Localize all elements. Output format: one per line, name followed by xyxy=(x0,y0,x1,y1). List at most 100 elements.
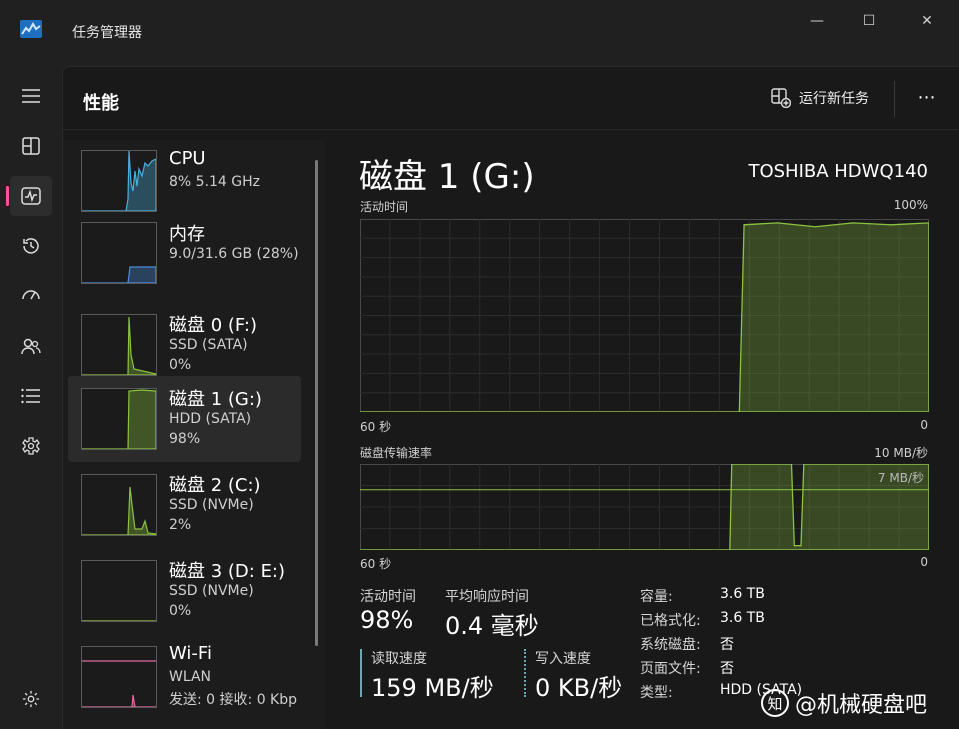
active-time-graph xyxy=(360,219,929,412)
device-item[interactable]: 内存 9.0/31.6 GB (28%) xyxy=(68,222,301,294)
write-speed-label: 写入速度 xyxy=(535,651,591,667)
header-divider xyxy=(894,81,895,117)
device-thumbnail-trace xyxy=(82,486,156,535)
maximize-button[interactable]: ☐ xyxy=(846,6,892,36)
hamburger-menu-button[interactable] xyxy=(10,76,52,116)
header-separator xyxy=(63,129,959,130)
device-thumbnail-trace xyxy=(82,151,156,211)
read-speed-value: 159 MB/秒 xyxy=(371,674,494,702)
device-item[interactable]: Wi-Fi WLAN 发送: 0 接收: 0 Kbp xyxy=(68,634,301,720)
device-thumbnail-graph xyxy=(81,646,157,708)
device-thumbnail-graph xyxy=(81,150,157,212)
device-subtitle: SSD (NVMe) xyxy=(169,583,254,599)
nav-app-history[interactable] xyxy=(10,226,52,266)
avg-response-label: 平均响应时间 xyxy=(445,589,529,605)
watermark: 知 @机械硬盘吧 xyxy=(761,687,927,719)
active-time-graph-label: 活动时间 xyxy=(360,200,409,214)
device-name: 磁盘 3 (D: E:) xyxy=(169,561,286,582)
device-subtitle: SSD (SATA) xyxy=(169,337,248,353)
startup-apps-icon xyxy=(22,290,40,300)
detail-title: 磁盘 1 (G:) xyxy=(359,157,535,197)
nav-performance[interactable] xyxy=(10,176,52,216)
run-new-task-icon xyxy=(771,88,791,108)
device-subtitle: WLAN xyxy=(169,669,212,685)
nav-services[interactable] xyxy=(10,426,52,466)
device-list-scrollbar[interactable] xyxy=(315,160,318,646)
device-thumbnail-trace xyxy=(82,389,156,449)
nav-startup-apps[interactable] xyxy=(10,276,52,316)
device-name: Wi-Fi xyxy=(169,643,212,664)
device-name: CPU xyxy=(169,148,206,169)
device-usage: 0% xyxy=(169,603,192,619)
nav-users[interactable] xyxy=(10,326,52,366)
active-time-value: 98% xyxy=(360,606,414,634)
device-thumbnail-graph xyxy=(81,560,157,622)
more-options-button[interactable]: ⋯ xyxy=(909,85,945,109)
app-title: 任务管理器 xyxy=(72,25,142,41)
property-key: 容量: xyxy=(640,589,673,605)
property-key: 已格式化: xyxy=(640,613,701,629)
property-key: 类型: xyxy=(640,685,673,701)
property-value: 3.6 TB xyxy=(720,586,765,602)
settings-icon xyxy=(22,690,40,708)
minimize-button[interactable]: — xyxy=(794,6,840,36)
transfer-graph-x-right: 0 xyxy=(920,555,928,569)
title-bar: 任务管理器 — ☐ ✕ xyxy=(0,0,959,64)
device-usage: 2% xyxy=(169,517,192,533)
device-usage: 0% xyxy=(169,357,192,373)
zhihu-logo-icon: 知 xyxy=(761,689,789,717)
device-thumbnail-trace xyxy=(82,266,156,283)
transfer-graph-max: 10 MB/秒 xyxy=(874,446,928,460)
nav-details[interactable] xyxy=(10,376,52,416)
watermark-text: @机械硬盘吧 xyxy=(795,693,928,718)
content-panel: 性能 运行新任务 ⋯ CPU 8% 5.14 GHz 内存 9.0/31.6 GB (… xyxy=(62,66,959,729)
device-subtitle: SSD (NVMe) xyxy=(169,497,254,513)
property-key: 系统磁盘: xyxy=(640,637,701,653)
property-value: 否 xyxy=(720,637,734,653)
device-subtitle: HDD (SATA) xyxy=(169,411,252,427)
device-subtitle: 8% 5.14 GHz xyxy=(169,174,261,190)
transfer-graph-x-left: 60 秒 xyxy=(360,557,392,571)
performance-icon xyxy=(21,187,41,205)
details-icon xyxy=(21,388,40,404)
processes-icon xyxy=(22,137,40,155)
close-button[interactable]: ✕ xyxy=(904,6,950,36)
disk-model: TOSHIBA HDWQ140 xyxy=(748,161,928,182)
device-list: CPU 8% 5.14 GHz 内存 9.0/31.6 GB (28%) 磁盘 0 (F… xyxy=(63,140,325,729)
page-title: 性能 xyxy=(83,93,119,114)
active-time-label: 活动时间 xyxy=(360,589,416,605)
device-item[interactable]: 磁盘 2 (C:) SSD (NVMe) 2% xyxy=(68,462,301,548)
device-thumbnail-trace xyxy=(82,316,156,375)
device-usage: 发送: 0 接收: 0 Kbp xyxy=(169,692,298,708)
device-thumbnail-graph xyxy=(81,314,157,376)
hamburger-menu-icon xyxy=(22,89,40,103)
device-thumbnail-graph xyxy=(81,222,157,284)
device-thumbnail-graph xyxy=(81,388,157,450)
device-name: 内存 xyxy=(169,224,205,245)
active-nav-indicator xyxy=(6,186,9,206)
users-icon xyxy=(21,338,41,355)
device-name: 磁盘 0 (F:) xyxy=(169,315,257,336)
settings-button[interactable] xyxy=(10,679,52,719)
active-time-graph-x-right: 0 xyxy=(920,418,928,432)
device-subtitle: 9.0/31.6 GB (28%) xyxy=(169,246,299,262)
avg-response-value: 0.4 毫秒 xyxy=(445,612,539,640)
write-speed-indicator xyxy=(524,649,526,697)
device-name: 磁盘 1 (G:) xyxy=(169,389,262,410)
active-time-graph-max: 100% xyxy=(893,198,928,212)
device-item[interactable]: 磁盘 3 (D: E:) SSD (NVMe) 0% xyxy=(68,548,301,634)
transfer-graph-ref-label: 7 MB/秒 xyxy=(877,471,924,485)
transfer-graph-label: 磁盘传输速率 xyxy=(360,446,433,460)
read-speed-indicator xyxy=(360,649,362,697)
device-name: 磁盘 2 (C:) xyxy=(169,475,261,496)
property-key: 页面文件: xyxy=(640,661,701,677)
device-item[interactable]: 磁盘 1 (G:) HDD (SATA) 98% xyxy=(68,376,301,462)
app-history-icon xyxy=(23,238,39,254)
run-new-task-button[interactable]: 运行新任务 xyxy=(771,85,869,111)
write-speed-value: 0 KB/秒 xyxy=(535,674,623,702)
active-time-graph-x-left: 60 秒 xyxy=(360,420,392,434)
services-icon xyxy=(22,437,40,455)
nav-processes[interactable] xyxy=(10,126,52,166)
device-item[interactable]: CPU 8% 5.14 GHz xyxy=(68,148,301,222)
task-manager-app-icon xyxy=(20,20,42,38)
